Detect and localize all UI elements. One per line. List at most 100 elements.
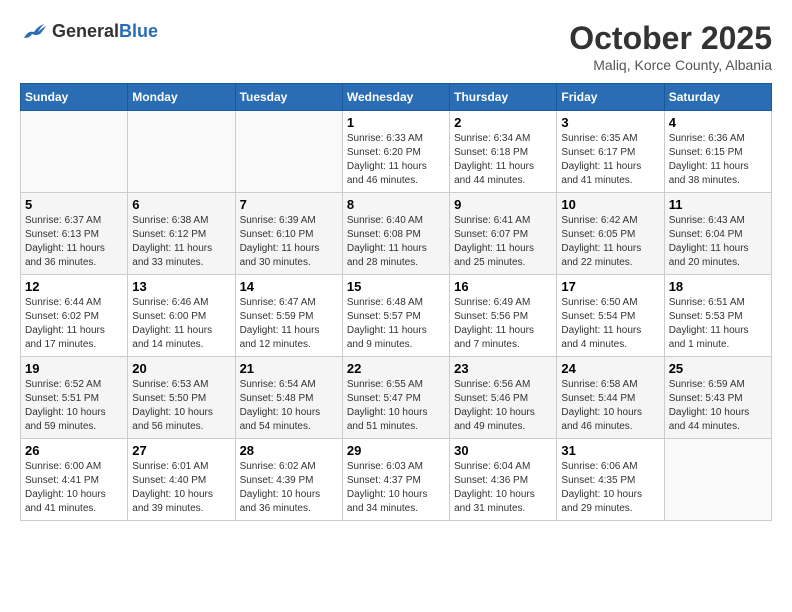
calendar-week-row: 26Sunrise: 6:00 AM Sunset: 4:41 PM Dayli… (21, 439, 772, 521)
day-info: Sunrise: 6:04 AM Sunset: 4:36 PM Dayligh… (454, 460, 552, 516)
weekday-header-cell: Monday (128, 84, 235, 111)
day-number: 26 (25, 443, 123, 458)
calendar-cell: 3 Sunrise: 6:35 AM Sunset: 6:17 PM Daylig… (557, 111, 664, 193)
calendar-cell (235, 111, 342, 193)
calendar-cell: 22Sunrise: 6:55 AM Sunset: 5:47 PM Dayli… (342, 357, 449, 439)
calendar-cell: 24 Sunrise: 6:58 AM Sunset: 5:44 PM Dayli… (557, 357, 664, 439)
weekday-header-cell: Tuesday (235, 84, 342, 111)
day-number: 31 (561, 443, 659, 458)
day-number: 5 (25, 197, 123, 212)
day-number: 3 (561, 115, 659, 130)
logo: GeneralBlue (20, 20, 158, 42)
day-info: Sunrise: 6:37 AM Sunset: 6:13 PM Dayligh… (25, 214, 123, 270)
logo-blue: Blue (119, 21, 158, 41)
day-number: 24 (561, 361, 659, 376)
calendar-cell: 30Sunrise: 6:04 AM Sunset: 4:36 PM Dayli… (450, 439, 557, 521)
calendar-cell (664, 439, 771, 521)
day-info: Sunrise: 6:02 AM Sunset: 4:39 PM Dayligh… (240, 460, 338, 516)
calendar-week-row: 12Sunrise: 6:44 AM Sunset: 6:02 PM Dayli… (21, 275, 772, 357)
calendar-cell: 17Sunrise: 6:50 AM Sunset: 5:54 PM Dayli… (557, 275, 664, 357)
day-number: 11 (669, 197, 767, 212)
day-number: 6 (132, 197, 230, 212)
calendar-cell: 15 Sunrise: 6:48 AM Sunset: 5:57 PM Dayli… (342, 275, 449, 357)
day-info: Sunrise: 6:53 AM Sunset: 5:50 PM Dayligh… (132, 378, 230, 434)
weekday-header-cell: Sunday (21, 84, 128, 111)
day-number: 19 (25, 361, 123, 376)
day-number: 10 (561, 197, 659, 212)
day-info: Sunrise: 6:50 AM Sunset: 5:54 PM Dayligh… (561, 296, 659, 352)
day-number: 8 (347, 197, 445, 212)
calendar-cell: 2 Sunrise: 6:34 AM Sunset: 6:18 PM Daylig… (450, 111, 557, 193)
weekday-header-cell: Saturday (664, 84, 771, 111)
day-info: Sunrise: 6:42 AM Sunset: 6:05 PM Dayligh… (561, 214, 659, 270)
day-info: Sunrise: 6:01 AM Sunset: 4:40 PM Dayligh… (132, 460, 230, 516)
day-info: Sunrise: 6:44 AM Sunset: 6:02 PM Dayligh… (25, 296, 123, 352)
calendar-cell: 11 Sunrise: 6:43 AM Sunset: 6:04 PM Dayli… (664, 193, 771, 275)
day-info: Sunrise: 6:38 AM Sunset: 6:12 PM Dayligh… (132, 214, 230, 270)
day-info: Sunrise: 6:06 AM Sunset: 4:35 PM Dayligh… (561, 460, 659, 516)
day-info: Sunrise: 6:49 AM Sunset: 5:56 PM Dayligh… (454, 296, 552, 352)
day-info: Sunrise: 6:48 AM Sunset: 5:57 PM Dayligh… (347, 296, 445, 352)
calendar-cell: 18 Sunrise: 6:51 AM Sunset: 5:53 PM Dayli… (664, 275, 771, 357)
day-number: 27 (132, 443, 230, 458)
day-info: Sunrise: 6:59 AM Sunset: 5:43 PM Dayligh… (669, 378, 767, 434)
day-number: 23 (454, 361, 552, 376)
calendar-cell: 29 Sunrise: 6:03 AM Sunset: 4:37 PM Dayli… (342, 439, 449, 521)
calendar-cell: 8 Sunrise: 6:40 AM Sunset: 6:08 PM Daylig… (342, 193, 449, 275)
calendar-cell (128, 111, 235, 193)
calendar-table: SundayMondayTuesdayWednesdayThursdayFrid… (20, 83, 772, 521)
day-info: Sunrise: 6:52 AM Sunset: 5:51 PM Dayligh… (25, 378, 123, 434)
day-info: Sunrise: 6:36 AM Sunset: 6:15 PM Dayligh… (669, 132, 767, 188)
calendar-cell: 7Sunrise: 6:39 AM Sunset: 6:10 PM Daylig… (235, 193, 342, 275)
weekday-header-cell: Thursday (450, 84, 557, 111)
calendar-cell: 9 Sunrise: 6:41 AM Sunset: 6:07 PM Daylig… (450, 193, 557, 275)
day-number: 20 (132, 361, 230, 376)
day-info: Sunrise: 6:39 AM Sunset: 6:10 PM Dayligh… (240, 214, 338, 270)
logo-text: GeneralBlue (52, 21, 158, 42)
calendar-cell: 10 Sunrise: 6:42 AM Sunset: 6:05 PM Dayli… (557, 193, 664, 275)
calendar-cell: 26Sunrise: 6:00 AM Sunset: 4:41 PM Dayli… (21, 439, 128, 521)
day-number: 13 (132, 279, 230, 294)
calendar-cell: 5 Sunrise: 6:37 AM Sunset: 6:13 PM Daylig… (21, 193, 128, 275)
day-info: Sunrise: 6:56 AM Sunset: 5:46 PM Dayligh… (454, 378, 552, 434)
weekday-header-cell: Wednesday (342, 84, 449, 111)
calendar-body: 1 Sunrise: 6:33 AM Sunset: 6:20 PM Daylig… (21, 111, 772, 521)
page-header: GeneralBlue October 2025 Maliq, Korce Co… (20, 20, 772, 73)
title-area: October 2025 Maliq, Korce County, Albani… (569, 20, 772, 73)
calendar-cell: 1 Sunrise: 6:33 AM Sunset: 6:20 PM Daylig… (342, 111, 449, 193)
day-info: Sunrise: 6:47 AM Sunset: 5:59 PM Dayligh… (240, 296, 338, 352)
calendar-cell: 12Sunrise: 6:44 AM Sunset: 6:02 PM Dayli… (21, 275, 128, 357)
day-number: 29 (347, 443, 445, 458)
day-number: 15 (347, 279, 445, 294)
day-number: 2 (454, 115, 552, 130)
calendar-week-row: 19 Sunrise: 6:52 AM Sunset: 5:51 PM Dayli… (21, 357, 772, 439)
calendar-cell: 28Sunrise: 6:02 AM Sunset: 4:39 PM Dayli… (235, 439, 342, 521)
day-info: Sunrise: 6:54 AM Sunset: 5:48 PM Dayligh… (240, 378, 338, 434)
calendar-cell: 20 Sunrise: 6:53 AM Sunset: 5:50 PM Dayli… (128, 357, 235, 439)
day-info: Sunrise: 6:41 AM Sunset: 6:07 PM Dayligh… (454, 214, 552, 270)
day-number: 9 (454, 197, 552, 212)
day-info: Sunrise: 6:40 AM Sunset: 6:08 PM Dayligh… (347, 214, 445, 270)
day-number: 1 (347, 115, 445, 130)
calendar-cell: 16 Sunrise: 6:49 AM Sunset: 5:56 PM Dayli… (450, 275, 557, 357)
calendar-cell: 25 Sunrise: 6:59 AM Sunset: 5:43 PM Dayli… (664, 357, 771, 439)
logo-icon (20, 20, 48, 42)
day-number: 25 (669, 361, 767, 376)
day-number: 21 (240, 361, 338, 376)
day-number: 16 (454, 279, 552, 294)
calendar-cell: 31 Sunrise: 6:06 AM Sunset: 4:35 PM Dayli… (557, 439, 664, 521)
day-number: 4 (669, 115, 767, 130)
day-info: Sunrise: 6:43 AM Sunset: 6:04 PM Dayligh… (669, 214, 767, 270)
day-info: Sunrise: 6:34 AM Sunset: 6:18 PM Dayligh… (454, 132, 552, 188)
location-title: Maliq, Korce County, Albania (569, 57, 772, 73)
day-info: Sunrise: 6:58 AM Sunset: 5:44 PM Dayligh… (561, 378, 659, 434)
day-info: Sunrise: 6:33 AM Sunset: 6:20 PM Dayligh… (347, 132, 445, 188)
calendar-cell (21, 111, 128, 193)
day-info: Sunrise: 6:03 AM Sunset: 4:37 PM Dayligh… (347, 460, 445, 516)
day-info: Sunrise: 6:35 AM Sunset: 6:17 PM Dayligh… (561, 132, 659, 188)
calendar-cell: 6 Sunrise: 6:38 AM Sunset: 6:12 PM Daylig… (128, 193, 235, 275)
day-info: Sunrise: 6:51 AM Sunset: 5:53 PM Dayligh… (669, 296, 767, 352)
calendar-week-row: 1 Sunrise: 6:33 AM Sunset: 6:20 PM Daylig… (21, 111, 772, 193)
calendar-cell: 19 Sunrise: 6:52 AM Sunset: 5:51 PM Dayli… (21, 357, 128, 439)
day-number: 18 (669, 279, 767, 294)
